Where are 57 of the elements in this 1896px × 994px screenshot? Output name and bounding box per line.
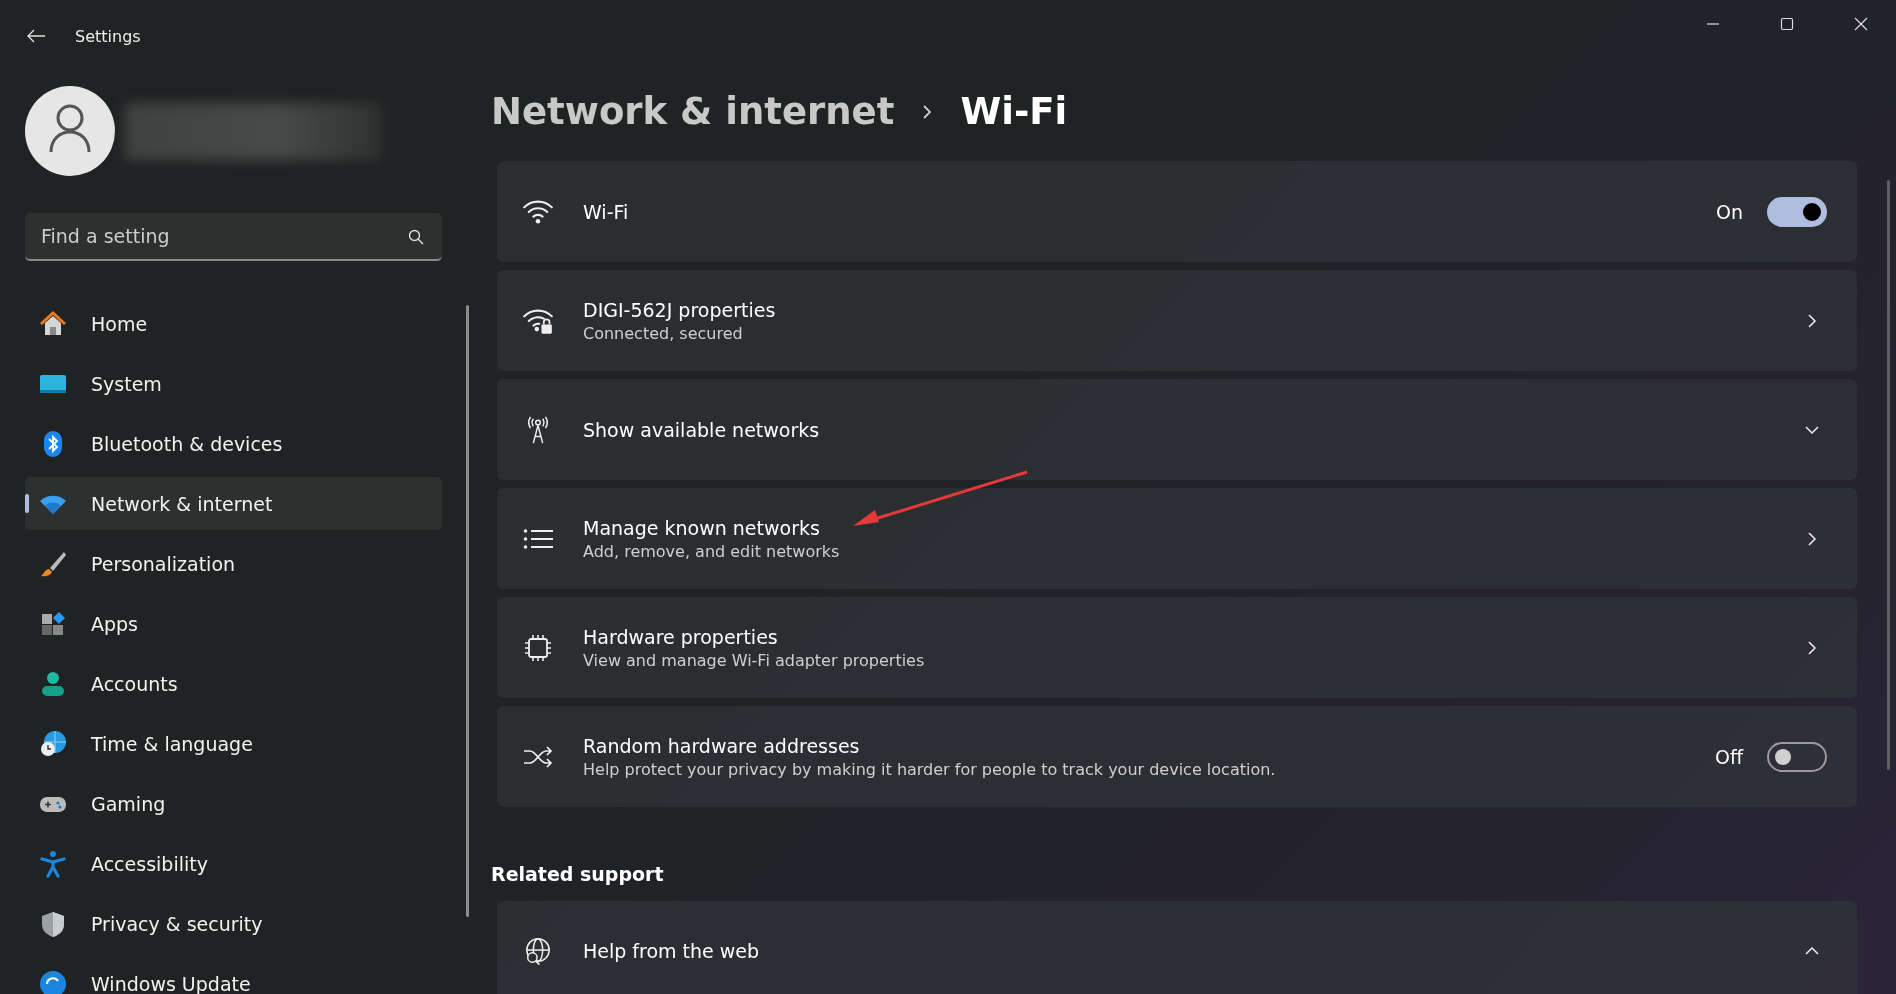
nav-item[interactable]: Personalization: [25, 537, 442, 590]
globe-clock-icon: [39, 729, 67, 758]
chip-icon: [523, 633, 553, 662]
setting-title: Random hardware addresses: [583, 734, 861, 757]
setting-title: Manage known networks: [583, 516, 821, 539]
avatar-icon: [25, 86, 115, 176]
support-card[interactable]: Help from the web: [497, 901, 1857, 994]
nav-item[interactable]: Home: [25, 297, 442, 350]
nav-item[interactable]: Time & language: [25, 717, 442, 770]
setting-card[interactable]: DIGI-562J properties Connected, secured: [497, 270, 1857, 371]
setting-description: View and manage Wi-Fi adapter properties: [583, 650, 926, 670]
setting-card[interactable]: Show available networks: [497, 379, 1857, 480]
setting-description: Add, remove, and edit networks: [583, 541, 841, 561]
nav-item[interactable]: Bluetooth & devices: [25, 417, 442, 470]
chevron-right-icon: [1807, 530, 1817, 547]
setting-title: Show available networks: [583, 418, 821, 441]
apps-icon: [39, 609, 67, 638]
toggle-state-label: Off: [1714, 745, 1743, 768]
nav-item[interactable]: Accessibility: [25, 837, 442, 890]
globe-search-icon: [523, 937, 553, 965]
chevron-right-icon: [922, 103, 933, 120]
maximize-icon[interactable]: [1780, 17, 1794, 31]
nav-item[interactable]: Network & internet: [25, 477, 442, 530]
setting-title: Wi-Fi: [583, 200, 630, 223]
setting-description: Connected, secured: [583, 323, 744, 343]
section-heading: Related support: [491, 863, 665, 885]
setting-card[interactable]: Hardware properties View and manage Wi-Fi adapter properties: [497, 597, 1857, 698]
accessibility-icon: [39, 849, 67, 878]
back-arrow-icon[interactable]: [26, 28, 46, 44]
window-title: Settings: [75, 26, 141, 46]
setting-description: Help protect your privacy by making it harder for people to track your device location.: [583, 759, 1277, 779]
nav-item[interactable]: Accounts: [25, 657, 442, 710]
nav-item[interactable]: Windows Update: [25, 957, 442, 994]
close-icon[interactable]: [1854, 17, 1868, 31]
search-field[interactable]: Find a setting: [25, 213, 442, 261]
setting-card[interactable]: Manage known networks Add, remove, and edit networks: [497, 488, 1857, 589]
setting-card[interactable]: Wi-Fi On: [497, 161, 1857, 262]
nav-item[interactable]: Gaming: [25, 777, 442, 830]
page-title: Wi-Fi: [960, 90, 1068, 133]
toggle-switch[interactable]: [1767, 741, 1827, 772]
nav-item[interactable]: System: [25, 357, 442, 410]
setting-title: Help from the web: [583, 940, 761, 962]
setting-title: DIGI-562J properties: [583, 298, 777, 321]
setting-title: Hardware properties: [583, 625, 779, 648]
breadcrumb-link[interactable]: Network & internet: [491, 90, 895, 133]
shield-icon: [39, 909, 67, 938]
chevron-right-icon: [1807, 639, 1817, 656]
toggle-switch[interactable]: [1767, 196, 1827, 227]
toggle-state-label: On: [1716, 200, 1743, 223]
setting-card[interactable]: Random hardware addresses Help protect your privacy by making it harder for people to track your device location. Off: [497, 706, 1857, 807]
nav-item[interactable]: Privacy & security: [25, 897, 442, 950]
house-icon: [39, 309, 67, 338]
chevron-right-icon: [1807, 312, 1817, 329]
search-icon: [408, 229, 424, 245]
update-icon: [39, 969, 67, 994]
nav-item[interactable]: Apps: [25, 597, 442, 650]
person-icon: [39, 669, 67, 698]
